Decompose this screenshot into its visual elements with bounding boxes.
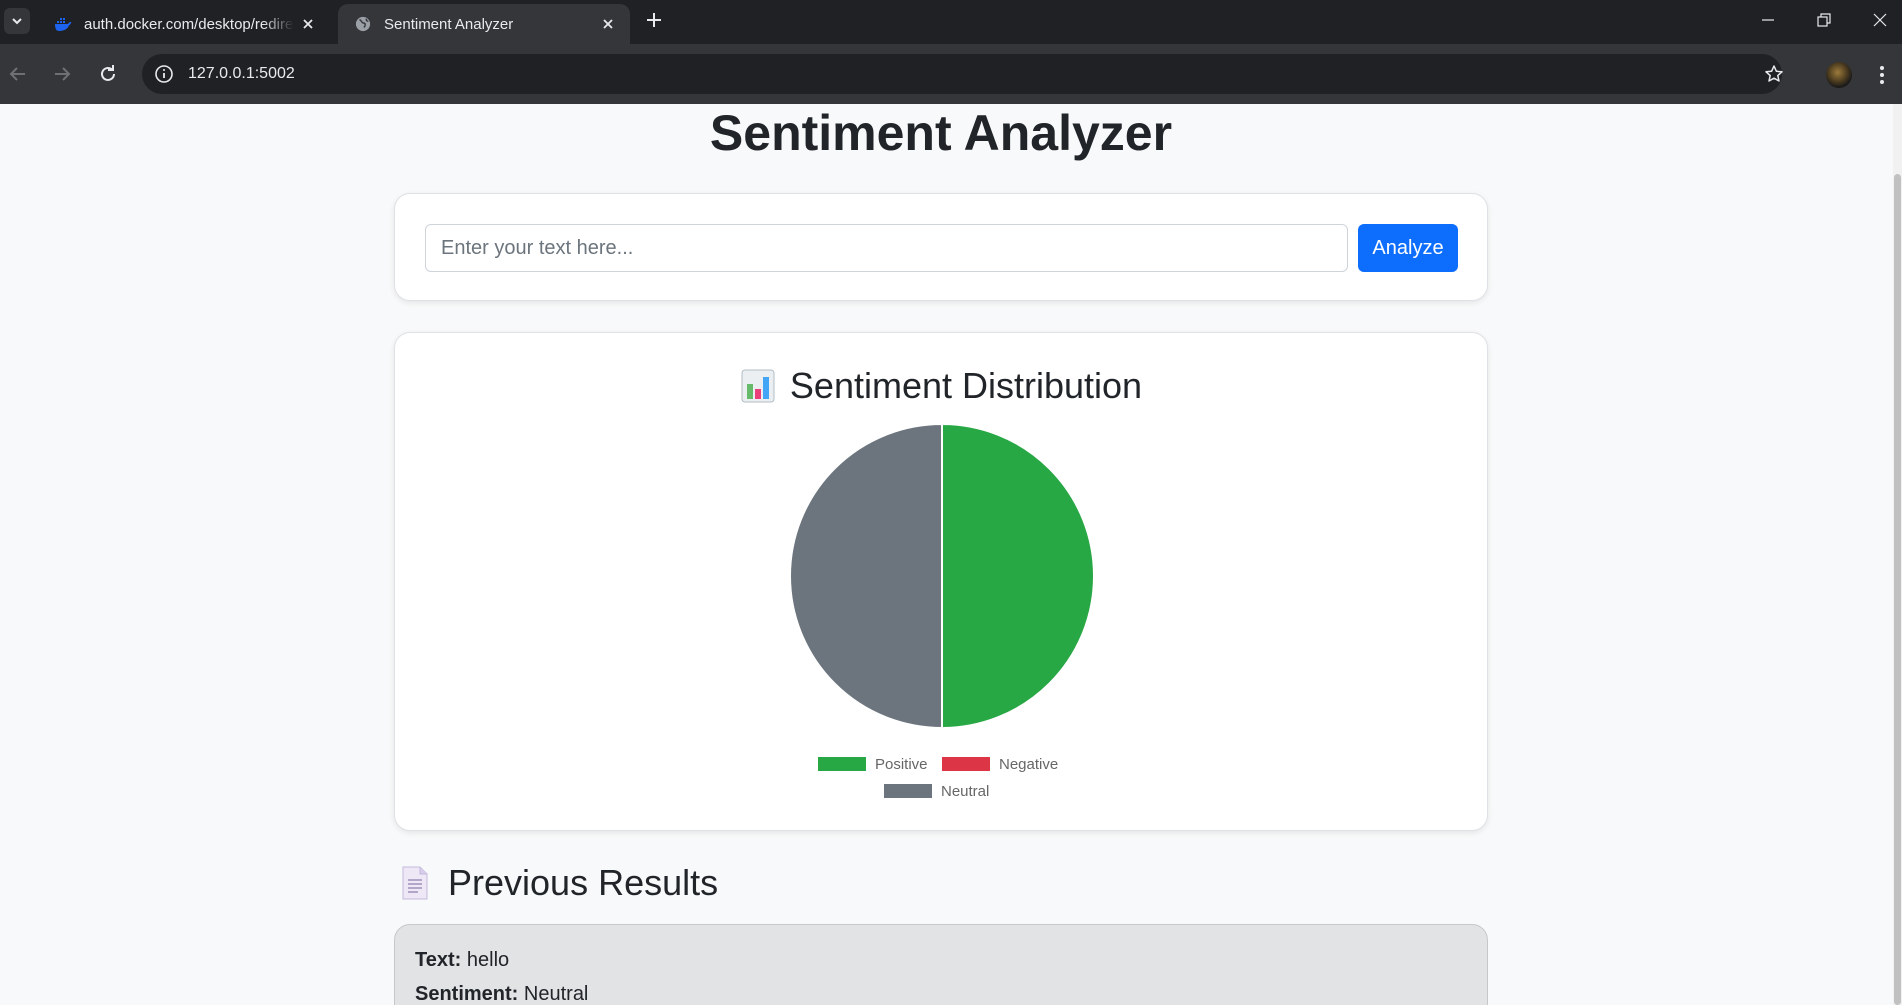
text-input[interactable] <box>425 224 1348 272</box>
tab-title: auth.docker.com/desktop/redirect <box>84 16 294 33</box>
close-icon[interactable] <box>600 16 616 32</box>
globe-icon <box>355 16 371 32</box>
tab-sentiment-analyzer[interactable]: Sentiment Analyzer <box>338 4 630 44</box>
close-window-icon[interactable] <box>1870 10 1890 30</box>
chart-card: Sentiment Distribution Positive Negative N… <box>394 332 1488 831</box>
document-emoji-icon <box>402 866 428 900</box>
tab-title: Sentiment Analyzer <box>384 16 514 33</box>
results-heading: Previous Results <box>400 862 718 904</box>
legend-label-negative[interactable]: Negative <box>999 756 1058 773</box>
address-bar[interactable]: 127.0.0.1:5002 <box>142 54 1784 94</box>
sentiment-pie-chart: Positive Negative Neutral <box>789 423 1095 800</box>
page-title: Sentiment Analyzer <box>709 105 1173 161</box>
url-text: 127.0.0.1:5002 <box>188 65 295 82</box>
legend-swatch-neutral[interactable] <box>884 784 932 798</box>
minimize-icon[interactable] <box>1758 10 1778 30</box>
input-card: Analyze <box>394 193 1488 301</box>
bookmark-star-icon[interactable] <box>1764 64 1784 84</box>
chevron-down-icon <box>12 18 22 25</box>
legend-label-positive[interactable]: Positive <box>875 756 928 773</box>
more-options-icon[interactable] <box>1874 63 1890 87</box>
chart-section-title: Sentiment Distribution <box>789 365 1143 406</box>
tab-docker-auth[interactable]: auth.docker.com/desktop/redirect <box>38 4 328 44</box>
pie-slice-neutral[interactable] <box>789 423 943 730</box>
results-section-title: Previous Results <box>448 862 719 903</box>
scrollbar-thumb[interactable] <box>1894 174 1901 1005</box>
result-text-value: hello <box>466 949 510 971</box>
docker-icon <box>55 18 72 31</box>
new-tab-icon[interactable] <box>644 10 664 30</box>
profile-avatar[interactable] <box>1826 62 1852 88</box>
result-sentiment-label: Sentiment: <box>415 983 519 1005</box>
page-scrollbar[interactable] <box>1893 104 1902 1005</box>
legend-swatch-negative[interactable] <box>942 757 990 771</box>
result-sentiment-value: Neutral <box>523 983 589 1005</box>
back-arrow-icon[interactable] <box>6 62 30 86</box>
restore-icon[interactable] <box>1814 10 1834 30</box>
forward-arrow-icon[interactable] <box>50 62 74 86</box>
result-item: Text: hello Sentiment: Neutral <box>394 924 1488 1005</box>
result-text-line: Text: hello <box>415 949 509 972</box>
legend-label-neutral[interactable]: Neutral <box>941 783 989 800</box>
chart-heading: Sentiment Distribution <box>395 365 1487 407</box>
result-sentiment-line: Sentiment: Neutral <box>415 983 588 1005</box>
site-info-icon[interactable] <box>152 62 176 86</box>
tab-search-button[interactable] <box>4 8 30 34</box>
bar-chart-emoji-icon <box>741 369 775 403</box>
legend-swatch-positive[interactable] <box>818 757 866 771</box>
pie-slice-positive[interactable] <box>941 423 1095 730</box>
result-text-label: Text: <box>415 949 462 971</box>
browser-tab-bar: auth.docker.com/desktop/redirect Sentime… <box>0 0 1902 44</box>
reload-icon[interactable] <box>96 62 120 86</box>
analyze-button[interactable]: Analyze <box>1358 224 1458 272</box>
close-icon[interactable] <box>300 16 316 32</box>
